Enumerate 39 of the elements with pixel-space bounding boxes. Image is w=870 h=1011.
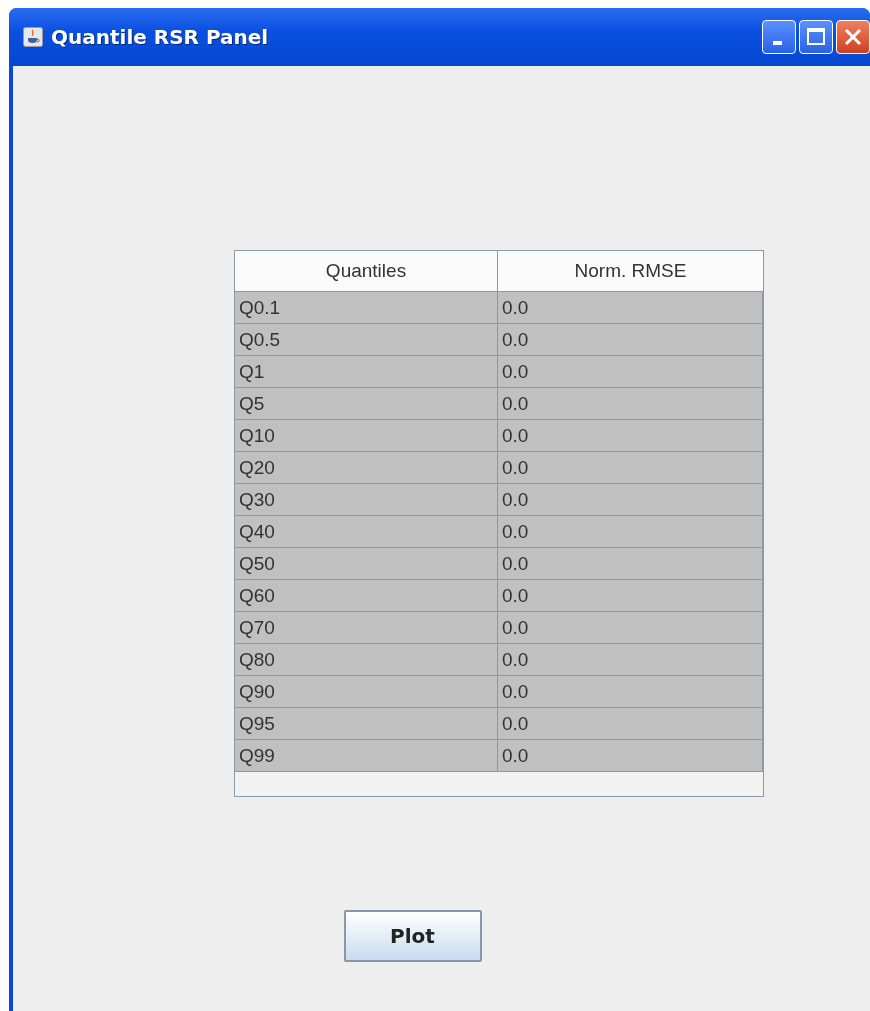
table-cell: 0.0 — [498, 644, 763, 676]
table-cell: 0.0 — [498, 452, 763, 484]
column-header[interactable]: Norm. RMSE — [498, 251, 763, 292]
table-cell: 0.0 — [498, 292, 763, 324]
table-cell: Q99 — [235, 740, 498, 772]
table-cell: 0.0 — [498, 676, 763, 708]
coffee-cup-icon — [23, 27, 43, 47]
table-cell: Q40 — [235, 516, 498, 548]
table-cell: Q10 — [235, 420, 498, 452]
table-cell: 0.0 — [498, 548, 763, 580]
table-cell: 0.0 — [498, 420, 763, 452]
table-cell: 0.0 — [498, 324, 763, 356]
minimize-icon — [772, 41, 782, 45]
maximize-button[interactable] — [799, 20, 833, 54]
table-cell: Q30 — [235, 484, 498, 516]
plot-button[interactable]: Plot — [343, 910, 482, 962]
table-cell: 0.0 — [498, 516, 763, 548]
table-cell: Q90 — [235, 676, 498, 708]
table-cell: Q60 — [235, 580, 498, 612]
table-cell: Q0.5 — [235, 324, 498, 356]
table-cell: Q0.1 — [235, 292, 498, 324]
table-cell: 0.0 — [498, 612, 763, 644]
table-cell: Q70 — [235, 612, 498, 644]
table-cell: 0.0 — [498, 484, 763, 516]
table-cell: Q20 — [235, 452, 498, 484]
minimize-button[interactable] — [762, 20, 796, 54]
table-cell: 0.0 — [498, 388, 763, 420]
table-cell: 0.0 — [498, 740, 763, 772]
table-cell: Q50 — [235, 548, 498, 580]
window-title: Quantile RSR Panel — [51, 25, 270, 49]
table-cell: Q5 — [235, 388, 498, 420]
column-header[interactable]: Quantiles — [235, 251, 498, 292]
table-cell: 0.0 — [498, 356, 763, 388]
table-cell: Q80 — [235, 644, 498, 676]
table-cell: Q95 — [235, 708, 498, 740]
close-button[interactable] — [836, 20, 870, 54]
table-cell: 0.0 — [498, 708, 763, 740]
table-cell: Q1 — [235, 356, 498, 388]
table-cell: 0.0 — [498, 580, 763, 612]
